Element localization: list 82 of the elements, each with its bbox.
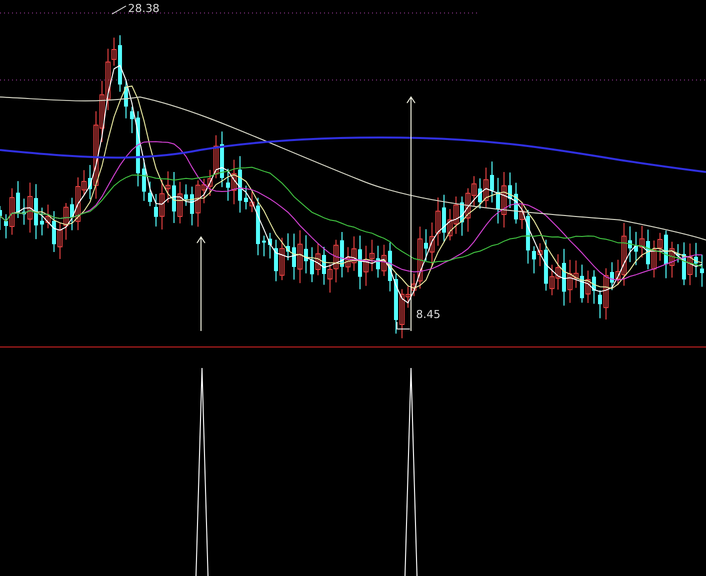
candlestick xyxy=(0,206,2,230)
candlestick xyxy=(244,185,248,210)
candlestick xyxy=(232,159,236,205)
candlestick xyxy=(286,232,290,261)
candlestick xyxy=(70,197,74,231)
candlestick xyxy=(52,210,56,252)
candlestick xyxy=(280,237,284,281)
candlestick xyxy=(688,243,692,286)
leader-line xyxy=(112,6,126,14)
candlestick xyxy=(544,239,548,292)
candlestick xyxy=(682,242,686,286)
candlestick xyxy=(238,156,242,214)
candlestick xyxy=(340,232,344,278)
candlestick xyxy=(502,172,506,228)
candlestick xyxy=(376,245,380,278)
candlestick xyxy=(358,235,362,290)
candlestick xyxy=(394,272,398,334)
candlestick xyxy=(646,229,650,270)
candlestick xyxy=(484,167,488,208)
candlestick xyxy=(610,262,614,291)
candlestick xyxy=(226,168,230,202)
candlestick xyxy=(520,202,524,230)
candlestick xyxy=(142,159,146,202)
candlestick xyxy=(250,191,254,213)
candlestick xyxy=(478,178,482,210)
candlestick xyxy=(88,164,92,200)
candlestick xyxy=(700,254,704,288)
candlestick xyxy=(670,241,674,278)
price-label: 28.38 xyxy=(128,2,160,15)
candlestick xyxy=(424,228,428,262)
candlestick xyxy=(316,242,320,276)
candlestick xyxy=(34,184,38,240)
candlestick xyxy=(580,264,584,304)
leader-line xyxy=(396,322,410,330)
candlestick xyxy=(604,268,608,320)
candlestick xyxy=(586,270,590,304)
candlestick xyxy=(46,204,50,229)
candlestick xyxy=(10,188,14,236)
candlestick xyxy=(190,186,194,226)
candlestick xyxy=(148,181,152,207)
candlestick xyxy=(628,226,632,263)
candlestick xyxy=(634,231,638,266)
candlestick xyxy=(562,248,566,306)
candlestick xyxy=(490,160,494,203)
candlestick xyxy=(532,246,536,274)
candlestick xyxy=(268,232,272,259)
candlestick xyxy=(40,207,44,236)
candlestick xyxy=(124,78,128,119)
candlestick xyxy=(22,198,26,226)
candlestick xyxy=(292,233,296,280)
candlestick xyxy=(508,172,512,209)
candlestick xyxy=(304,234,308,274)
candlestick xyxy=(538,242,542,267)
candlestick xyxy=(442,194,446,242)
candlestick xyxy=(154,194,158,227)
candlestick xyxy=(184,184,188,206)
candlestick xyxy=(322,246,326,286)
candlestick xyxy=(676,244,680,264)
candlestick xyxy=(598,290,602,319)
candlestick xyxy=(4,214,8,239)
candlestick xyxy=(460,196,464,236)
candlestick xyxy=(220,130,224,188)
candlestick xyxy=(130,106,134,134)
candlestick xyxy=(526,209,530,264)
candlestick xyxy=(262,235,266,257)
candlestick xyxy=(592,270,596,304)
candlestick xyxy=(664,230,668,279)
candlestick xyxy=(172,172,176,224)
candlestick xyxy=(640,225,644,258)
candlestick xyxy=(256,197,260,256)
candlestick xyxy=(694,242,698,278)
candlestick xyxy=(178,181,182,224)
candlestick xyxy=(28,182,32,234)
candlestick xyxy=(514,182,518,224)
candlestick xyxy=(274,239,278,282)
candlestick xyxy=(16,180,20,218)
candlestick xyxy=(496,177,500,224)
price-label: 8.45 xyxy=(416,308,440,321)
candlestick xyxy=(310,246,314,283)
candlestick xyxy=(298,230,302,284)
candlestick xyxy=(118,34,122,92)
candlestick xyxy=(382,244,386,277)
